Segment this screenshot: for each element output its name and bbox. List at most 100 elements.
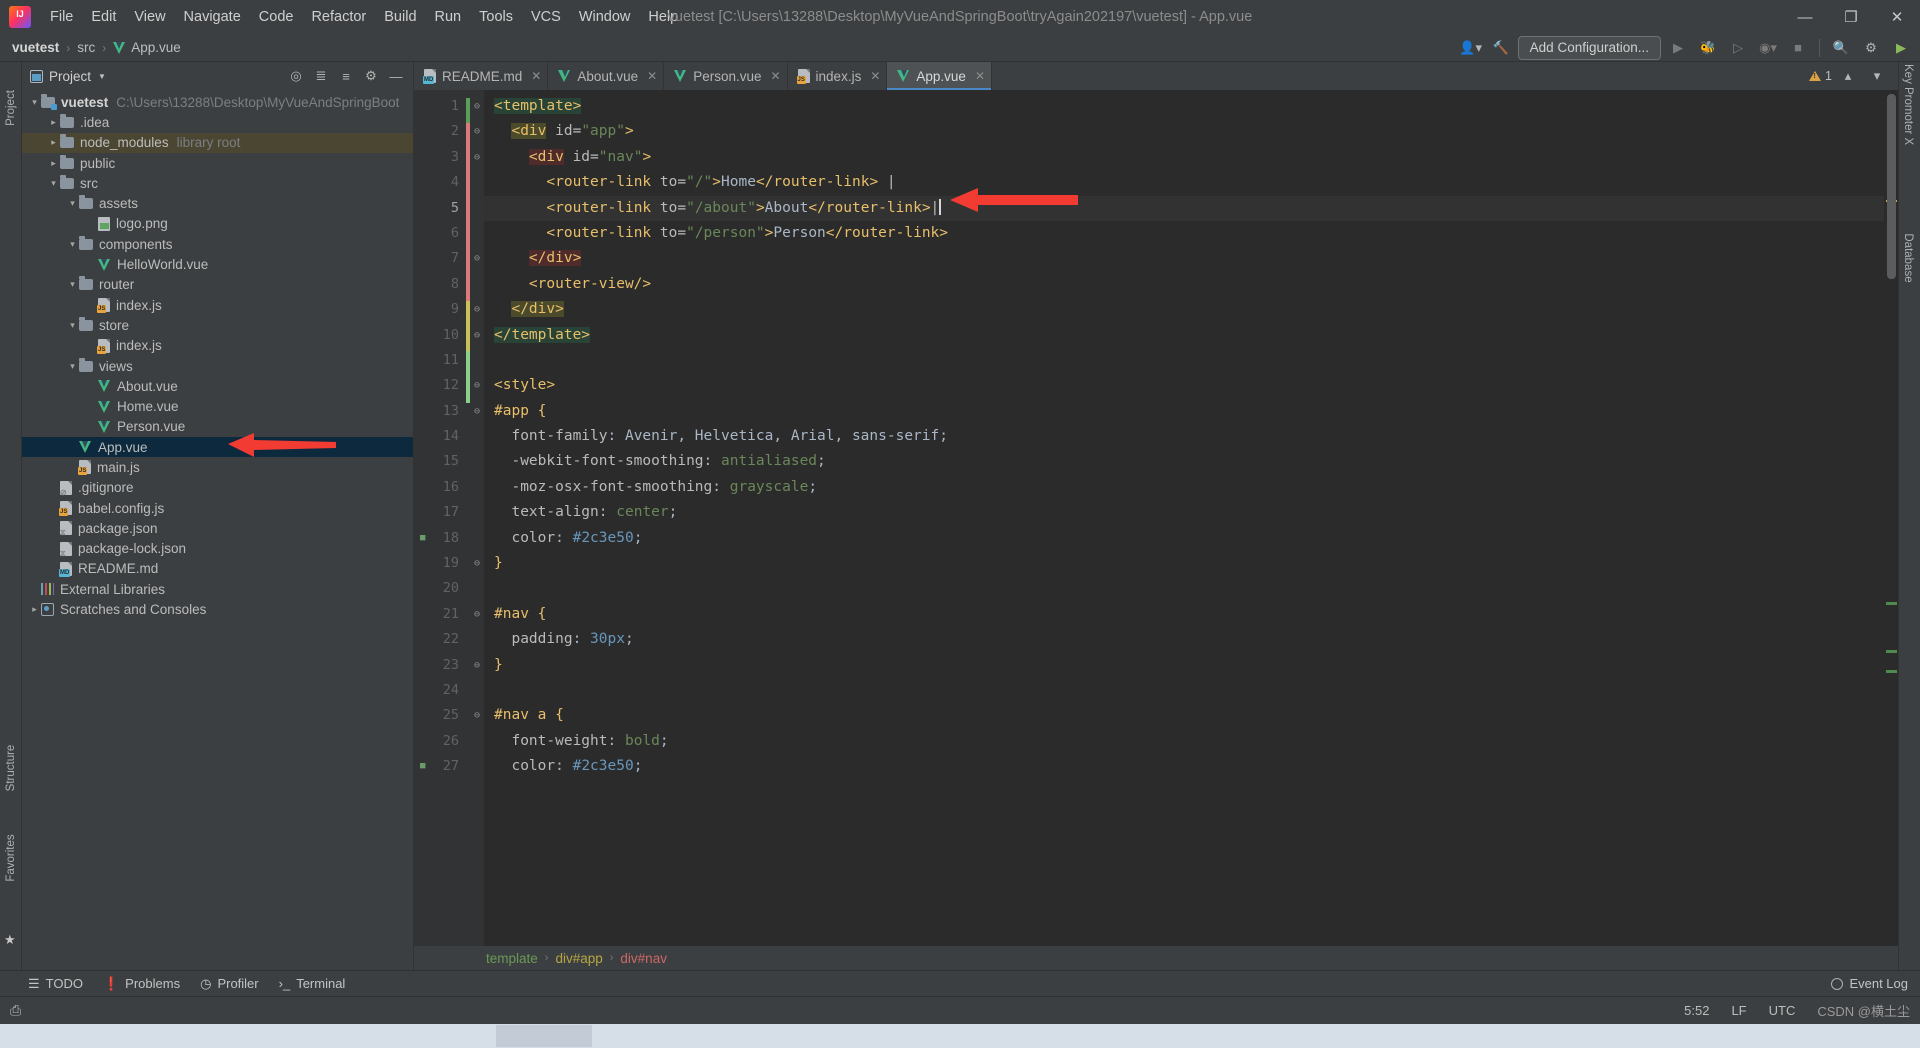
menu-bar[interactable]: File Edit View Navigate Code Refactor Bu… — [41, 0, 687, 34]
chevron-down-icon[interactable]: ▼ — [98, 72, 106, 81]
tree-row-store[interactable]: ▾ store — [22, 315, 413, 335]
editor-scrollbar[interactable] — [1884, 90, 1898, 946]
bottom-item-terminal[interactable]: ›_ Terminal — [279, 976, 346, 991]
inspection-warning-chip[interactable]: 1 — [1809, 69, 1832, 83]
menu-run[interactable]: Run — [426, 6, 471, 28]
chevron-down-icon[interactable]: ▾ — [28, 97, 41, 108]
code-line[interactable]: #app { — [484, 399, 1884, 424]
close-icon[interactable]: ✕ — [647, 69, 657, 83]
profile-icon[interactable]: ◉▾ — [1755, 36, 1781, 60]
code-line[interactable] — [484, 678, 1884, 703]
maximize-button[interactable]: ❐ — [1828, 0, 1874, 34]
menu-tools[interactable]: Tools — [470, 6, 522, 28]
tree-row-views[interactable]: ▾ views — [22, 356, 413, 376]
tree-row--idea[interactable]: ▸ .idea — [22, 112, 413, 132]
rail-project-label[interactable]: Project — [5, 80, 17, 136]
menu-build[interactable]: Build — [375, 6, 425, 28]
menu-code[interactable]: Code — [250, 6, 303, 28]
chevron-right-icon[interactable]: ▸ — [28, 604, 41, 615]
code-folding-strip[interactable]: ⊖ ⊖ ⊖ ⊖ ⊖ ⊖ ⊖ ⊖ ⊖ ⊖ ⊖ ⊖ — [470, 90, 484, 946]
code-line[interactable]: color: #2c3e50; — [484, 526, 1884, 551]
add-configuration-button[interactable]: Add Configuration... — [1517, 35, 1661, 60]
code-line[interactable] — [484, 576, 1884, 601]
code-line[interactable]: color: #2c3e50; — [484, 754, 1884, 779]
code-line[interactable]: } — [484, 551, 1884, 576]
panel-settings-gear-icon[interactable]: ⚙ — [360, 65, 382, 87]
menu-window[interactable]: Window — [570, 6, 640, 28]
fold-toggle-icon[interactable]: ⊖ — [470, 94, 484, 119]
crumb-template[interactable]: template — [486, 951, 538, 966]
tree-row-index-js[interactable]: JS index.js — [22, 295, 413, 315]
code-line[interactable]: <router-view/> — [484, 272, 1884, 297]
chevron-right-icon[interactable]: ▸ — [47, 137, 60, 148]
tree-row-readme-md[interactable]: MD README.md — [22, 559, 413, 579]
tree-row-router[interactable]: ▾ router — [22, 275, 413, 295]
debug-icon[interactable]: 🐝 — [1695, 36, 1721, 60]
fold-toggle-icon[interactable]: ⊖ — [470, 373, 484, 398]
fold-toggle-icon[interactable]: ⊖ — [470, 297, 484, 322]
chevron-down-icon[interactable]: ▾ — [66, 320, 79, 331]
tree-row-package-json[interactable]: ⧖ package.json — [22, 518, 413, 538]
user-account-icon[interactable]: 👤▾ — [1458, 36, 1484, 60]
fold-toggle-icon[interactable]: ⊖ — [470, 602, 484, 627]
window-controls[interactable]: — ❐ ✕ — [1782, 0, 1920, 34]
editor-tab-app-vue[interactable]: App.vue ✕ — [887, 62, 992, 90]
bottom-item-problems[interactable]: ❗ Problems — [103, 976, 180, 992]
tree-row-logo-png[interactable]: logo.png — [22, 214, 413, 234]
previous-highlight-icon[interactable]: ▴ — [1835, 64, 1861, 88]
collapse-all-icon[interactable]: ≡ — [335, 65, 357, 87]
editor-tab-index-js[interactable]: JS index.js ✕ — [788, 62, 888, 90]
tree-row-components[interactable]: ▾ components — [22, 234, 413, 254]
scrollbar-thumb[interactable] — [1887, 94, 1896, 279]
run-icon[interactable]: ▶ — [1665, 36, 1691, 60]
taskbar-item[interactable] — [496, 1025, 592, 1047]
chevron-down-icon[interactable]: ▾ — [66, 361, 79, 372]
tree-row-app-vue[interactable]: App.vue — [22, 437, 413, 458]
fold-toggle-icon[interactable]: ⊖ — [470, 703, 484, 728]
tree-row-helloworld-vue[interactable]: HelloWorld.vue — [22, 254, 413, 274]
code-line[interactable]: <div id="app"> — [484, 119, 1884, 144]
code-line[interactable]: <router-link to="/about">About</router-l… — [484, 195, 1884, 221]
project-file-tree[interactable]: ▾ vuetest C:\Users\13288\Desktop\MyVueAndS… — [22, 90, 413, 970]
chevron-down-icon[interactable]: ▾ — [47, 178, 60, 189]
chevron-right-icon[interactable]: ▸ — [47, 117, 60, 128]
tree-row-assets[interactable]: ▾ assets — [22, 193, 413, 213]
scroll-marker-change[interactable] — [1886, 602, 1897, 605]
rail-structure-label[interactable]: Structure — [5, 735, 17, 801]
event-log-button[interactable]: Event Log — [1831, 976, 1908, 991]
chevron-down-icon[interactable]: ▾ — [66, 239, 79, 250]
tree-row--gitignore[interactable]: ⊘ .gitignore — [22, 478, 413, 498]
code-line[interactable]: #nav a { — [484, 703, 1884, 728]
editor-tab-readme-md[interactable]: MD README.md ✕ — [414, 62, 549, 90]
menu-file[interactable]: File — [41, 6, 82, 28]
scroll-marker-change[interactable] — [1886, 650, 1897, 653]
menu-help[interactable]: Help — [639, 6, 687, 28]
menu-navigate[interactable]: Navigate — [175, 6, 250, 28]
tree-row-about-vue[interactable]: About.vue — [22, 376, 413, 396]
close-icon[interactable]: ✕ — [531, 69, 541, 83]
tree-row-index-js[interactable]: JS index.js — [22, 336, 413, 356]
code-line[interactable]: font-family: Avenir, Helvetica, Arial, s… — [484, 424, 1884, 449]
hammer-build-icon[interactable]: 🔨 — [1488, 36, 1514, 60]
expand-all-icon[interactable]: ≣ — [310, 65, 332, 87]
tree-row-home-vue[interactable]: Home.vue — [22, 396, 413, 416]
editor-tab-bar[interactable]: MD README.md ✕ About.vue ✕ Person.vue ✕ JS index… — [414, 62, 1898, 90]
menu-edit[interactable]: Edit — [82, 6, 125, 28]
crumb-div-nav[interactable]: div#nav — [620, 951, 667, 966]
code-line[interactable]: </div> — [484, 297, 1884, 322]
rail-database-label[interactable]: Database — [1902, 226, 1914, 290]
editor-tab-about-vue[interactable]: About.vue ✕ — [548, 62, 665, 90]
line-separator[interactable]: LF — [1731, 1003, 1746, 1018]
breadcrumb-file[interactable]: App.vue — [113, 40, 181, 55]
code-line[interactable]: #nav { — [484, 602, 1884, 627]
tree-row-babel-config-js[interactable]: JS babel.config.js — [22, 498, 413, 518]
close-icon[interactable]: ✕ — [770, 69, 780, 83]
plugin-icon[interactable]: ▶ — [1888, 36, 1914, 60]
code-line[interactable]: </template> — [484, 323, 1884, 348]
minimize-button[interactable]: — — [1782, 0, 1828, 34]
fold-toggle-icon[interactable]: ⊖ — [470, 246, 484, 271]
code-line[interactable]: </div> — [484, 246, 1884, 271]
code-line[interactable]: } — [484, 653, 1884, 678]
code-line[interactable]: <div id="nav"> — [484, 145, 1884, 170]
fold-toggle-icon[interactable]: ⊖ — [470, 145, 484, 170]
